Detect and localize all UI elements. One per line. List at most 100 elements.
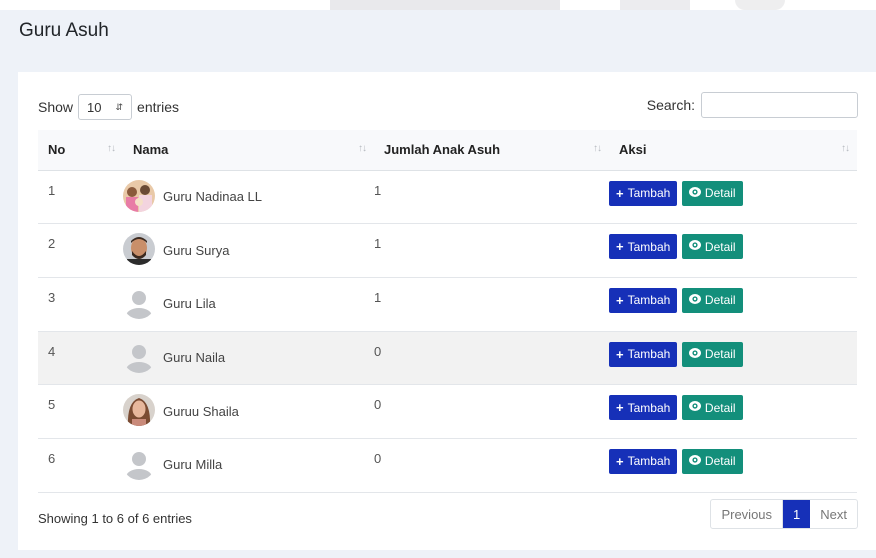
detail-button[interactable]: Detail xyxy=(681,287,743,313)
teacher-name: Guru Nadinaa LL xyxy=(163,189,263,204)
teacher-name: Guru Surya xyxy=(163,242,230,258)
plus-icon: + xyxy=(616,400,624,416)
group-photo-avatar xyxy=(123,179,155,212)
plus-icon: + xyxy=(616,185,624,201)
detail-label: Detail xyxy=(704,293,736,308)
tambah-label: Tambah xyxy=(627,454,671,469)
detail-button[interactable]: Detail xyxy=(681,341,743,367)
tambah-label: Tambah xyxy=(627,239,671,254)
tambah-button[interactable]: + Tambah xyxy=(609,287,678,313)
column-header-aksi[interactable]: Aksi ↑↓ xyxy=(609,130,857,171)
man-photo-avatar xyxy=(123,233,155,266)
detail-button[interactable]: Detail xyxy=(681,448,743,474)
sort-toggle-icon: ⇵ xyxy=(115,101,124,112)
detail-label: Detail xyxy=(704,400,736,415)
row-number: 4 xyxy=(48,343,56,359)
eye-icon xyxy=(688,186,701,201)
column-header-jumlah-label: Jumlah Anak Asuh xyxy=(384,142,501,158)
previous-page-button[interactable]: Previous xyxy=(711,500,784,528)
table-row: 4 Guru Naila 0 + Tambah Detail xyxy=(38,331,857,385)
show-label: Show xyxy=(38,99,74,115)
background-shape xyxy=(735,0,785,10)
tambah-button[interactable]: + Tambah xyxy=(609,395,678,421)
column-header-no-label: No xyxy=(48,142,66,158)
detail-button[interactable]: Detail xyxy=(681,234,743,260)
detail-label: Detail xyxy=(704,347,736,362)
plus-icon: + xyxy=(616,453,624,469)
column-header-jumlah[interactable]: Jumlah Anak Asuh ↑↓ xyxy=(374,130,609,171)
sort-icon: ↑↓ xyxy=(593,143,602,154)
sort-icon: ↑↓ xyxy=(841,143,850,154)
search-label: Search: xyxy=(646,97,695,113)
sort-icon: ↑↓ xyxy=(358,143,367,154)
tambah-button[interactable]: + Tambah xyxy=(609,180,678,206)
entries-length-control: Show 10 ⇵ entries xyxy=(38,94,179,120)
table-row: 1 Guru Nadinaa LL 1 + Tambah Detail xyxy=(38,170,857,224)
row-number: 3 xyxy=(48,289,56,305)
anak-asuh-count: 0 xyxy=(374,450,382,466)
entries-select-value: 10 xyxy=(87,99,102,115)
detail-label: Detail xyxy=(704,239,736,254)
default-avatar-icon xyxy=(123,447,155,480)
table-card: Show 10 ⇵ entries Search: No ↑↓ Nama ↑↓ Ju… xyxy=(18,72,876,550)
tambah-button[interactable]: + Tambah xyxy=(609,234,678,260)
search-input[interactable] xyxy=(701,92,858,118)
eye-icon xyxy=(688,347,701,362)
anak-asuh-count: 1 xyxy=(374,236,382,252)
teacher-name: Guru Milla xyxy=(163,457,223,473)
anak-asuh-count: 0 xyxy=(374,343,382,359)
row-number: 6 xyxy=(48,450,56,466)
anak-asuh-count: 1 xyxy=(374,289,382,305)
row-number: 5 xyxy=(48,397,56,413)
eye-icon xyxy=(688,293,701,308)
row-number: 2 xyxy=(48,236,56,252)
column-header-nama[interactable]: Nama ↑↓ xyxy=(123,130,374,171)
teacher-name: Guru Naila xyxy=(163,350,226,366)
search-control: Search: xyxy=(647,92,858,118)
background-shape xyxy=(330,0,560,10)
default-avatar-icon xyxy=(123,286,155,319)
anak-asuh-count: 0 xyxy=(374,397,382,413)
column-header-aksi-label: Aksi xyxy=(619,142,647,158)
eye-icon xyxy=(688,400,701,415)
column-header-nama-label: Nama xyxy=(133,142,169,158)
eye-icon xyxy=(688,454,701,469)
top-strip xyxy=(0,0,876,10)
plus-icon: + xyxy=(616,346,624,362)
plus-icon: + xyxy=(616,239,624,255)
woman-photo-avatar xyxy=(123,394,155,427)
entries-label: entries xyxy=(137,99,180,115)
page-1-button[interactable]: 1 xyxy=(783,500,811,528)
next-page-button[interactable]: Next xyxy=(810,500,857,528)
table-row: 2 Guru Surya 1 + Tambah Detail xyxy=(38,224,857,278)
anak-asuh-count: 1 xyxy=(374,182,382,198)
detail-label: Detail xyxy=(704,186,736,200)
row-number: 1 xyxy=(48,182,56,198)
tambah-label: Tambah xyxy=(627,186,671,200)
page-title: Guru Asuh xyxy=(19,20,109,41)
column-header-no[interactable]: No ↑↓ xyxy=(38,130,123,171)
background-shape xyxy=(620,0,690,10)
tambah-label: Tambah xyxy=(627,400,671,415)
table-info: Showing 1 to 6 of 6 entries xyxy=(38,511,192,526)
pagination: Previous 1 Next xyxy=(710,499,858,529)
detail-button[interactable]: Detail xyxy=(681,180,743,206)
teacher-name: Guruu Shaila xyxy=(163,403,239,419)
entries-select[interactable]: 10 ⇵ xyxy=(78,94,133,120)
tambah-label: Tambah xyxy=(627,293,671,308)
sort-icon: ↑↓ xyxy=(107,143,116,154)
plus-icon: + xyxy=(616,292,624,308)
guru-table: No ↑↓ Nama ↑↓ Jumlah Anak Asuh ↑↓ Aksi ↑↓ 1 … xyxy=(38,130,857,493)
tambah-button[interactable]: + Tambah xyxy=(609,448,678,474)
table-row: 3 Guru Lila 1 + Tambah Detail xyxy=(38,277,857,332)
detail-label: Detail xyxy=(704,454,736,469)
default-avatar-icon xyxy=(123,340,155,373)
table-row: 5 Guruu Shaila 0 + Tambah Detail xyxy=(38,385,857,439)
detail-button[interactable]: Detail xyxy=(681,395,743,421)
table-header-row: No ↑↓ Nama ↑↓ Jumlah Anak Asuh ↑↓ Aksi ↑↓ xyxy=(38,130,857,171)
table-row: 6 Guru Milla 0 + Tambah Detail xyxy=(38,438,857,493)
eye-icon xyxy=(688,239,701,254)
tambah-label: Tambah xyxy=(627,347,671,362)
tambah-button[interactable]: + Tambah xyxy=(609,341,678,367)
teacher-name: Guru Lila xyxy=(163,296,216,312)
